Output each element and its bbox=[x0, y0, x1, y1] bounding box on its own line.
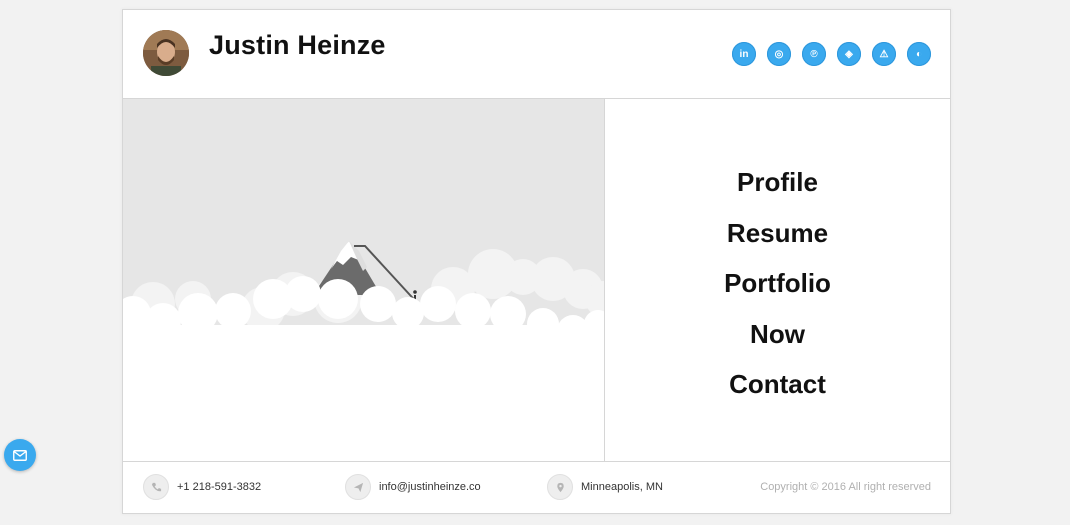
main-menu: Profile Resume Portfolio Now Contact bbox=[605, 99, 950, 461]
phone-number[interactable]: +1 218-591-3832 bbox=[177, 481, 261, 493]
map-pin-icon bbox=[547, 474, 573, 500]
mail-button[interactable] bbox=[4, 439, 36, 471]
footer: +1 218-591-3832 info@justinheinze.co Min… bbox=[123, 461, 950, 514]
menu-item-contact[interactable]: Contact bbox=[729, 359, 826, 410]
menu-item-portfolio[interactable]: Portfolio bbox=[724, 258, 831, 309]
avatar-image bbox=[143, 30, 189, 76]
phone-icon bbox=[143, 474, 169, 500]
footer-email: info@justinheinze.co bbox=[345, 474, 481, 500]
menu-item-resume[interactable]: Resume bbox=[727, 208, 828, 259]
footer-location: Minneapolis, MN bbox=[547, 474, 663, 500]
header: Justin Heinze in ◎ ℗ ◈ ⚠ ◐ bbox=[123, 10, 950, 99]
page-title: Justin Heinze bbox=[209, 30, 386, 60]
main-card: Justin Heinze in ◎ ℗ ◈ ⚠ ◐ Profile Resum… bbox=[122, 9, 951, 514]
linkedin-icon[interactable]: in bbox=[732, 42, 756, 66]
social-links: in ◎ ℗ ◈ ⚠ ◐ bbox=[721, 42, 931, 66]
hero-illustration bbox=[123, 99, 605, 461]
menu-item-now[interactable]: Now bbox=[750, 309, 805, 360]
codepen-icon[interactable]: ◈ bbox=[837, 42, 861, 66]
location-text: Minneapolis, MN bbox=[581, 481, 663, 493]
pinterest-icon[interactable]: ℗ bbox=[802, 42, 826, 66]
menu-item-profile[interactable]: Profile bbox=[737, 157, 818, 208]
footer-phone: +1 218-591-3832 bbox=[143, 474, 261, 500]
mountain-clouds-illustration bbox=[123, 99, 604, 461]
email-address[interactable]: info@justinheinze.co bbox=[379, 481, 481, 493]
strava-icon[interactable]: ⚠ bbox=[872, 42, 896, 66]
envelope-icon bbox=[13, 449, 27, 461]
avatar bbox=[143, 30, 189, 76]
send-icon bbox=[345, 474, 371, 500]
github-icon[interactable]: ◐ bbox=[907, 42, 931, 66]
instagram-icon[interactable]: ◎ bbox=[767, 42, 791, 66]
copyright-text: Copyright © 2016 All right reserved bbox=[760, 481, 931, 493]
